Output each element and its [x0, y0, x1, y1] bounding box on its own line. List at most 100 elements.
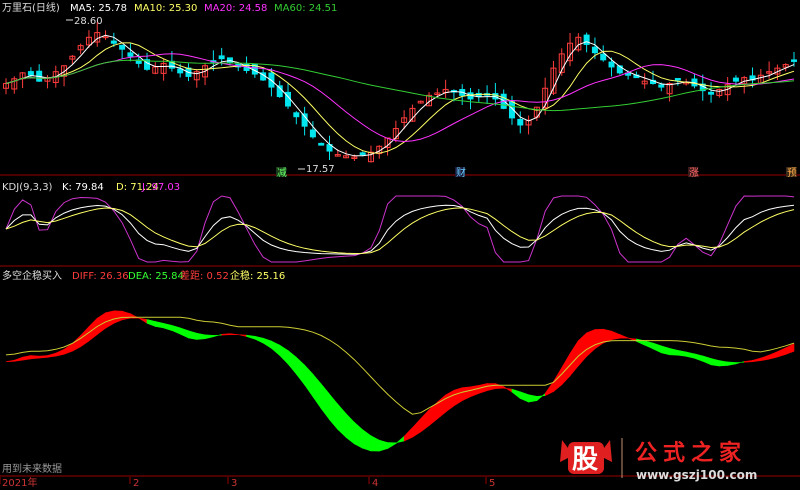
kdj-j-line — [5, 195, 795, 263]
signal-band-segment — [138, 317, 148, 324]
candle — [426, 92, 433, 107]
candle — [11, 76, 18, 94]
candle — [301, 106, 308, 136]
candle — [3, 78, 9, 95]
kdj-j-value: J: 97.03 — [141, 182, 180, 193]
signal-band-segment — [387, 442, 397, 450]
signal-band-segment — [453, 387, 463, 407]
candle — [442, 79, 449, 99]
candle — [641, 73, 648, 89]
dea-value: DEA: 25.84 — [128, 271, 184, 282]
signal-band-segment — [38, 355, 48, 359]
ma60-line — [5, 59, 795, 112]
ma20-line — [5, 53, 795, 143]
signal-band-segment — [47, 352, 57, 358]
signal-band-segment — [378, 439, 388, 452]
candle — [525, 115, 532, 135]
signal-band-segment — [611, 330, 621, 341]
signal-band-segment — [403, 426, 413, 442]
candle — [467, 87, 474, 110]
x-label-2: 2 — [133, 478, 139, 489]
candle — [791, 52, 797, 67]
signal-band-segment — [337, 403, 347, 439]
signal-band-segment — [296, 356, 305, 386]
signal-tag-1: 减 — [277, 167, 287, 179]
candle — [119, 44, 126, 60]
signal-band-segment — [329, 393, 339, 431]
signal-band-segment — [246, 334, 256, 340]
signal-band-segment — [594, 328, 604, 350]
watermark-url: www.gszj100.com — [636, 468, 757, 482]
signal-band-segment — [179, 327, 189, 339]
ma60-value: MA60: 24.51 — [274, 3, 337, 14]
candle — [77, 43, 84, 55]
candle — [293, 111, 300, 125]
signal-band-segment — [221, 333, 231, 336]
logo-horn-left — [560, 440, 568, 462]
kdj-lines-layer — [5, 195, 795, 263]
signal-band-segment — [279, 344, 289, 365]
signal-tag-2: 财 — [456, 166, 466, 179]
signal-band-segment — [5, 359, 15, 363]
high-price-note: 28.60 — [74, 16, 103, 27]
signal-band-segment — [735, 361, 745, 365]
signal-band-segment — [727, 361, 737, 366]
signal-band-segment — [354, 421, 363, 449]
candle — [210, 50, 217, 71]
watermark: 股 公式之家 www.gszj100.com — [560, 438, 757, 482]
signal-band-segment — [121, 310, 131, 321]
signal-band-segment — [652, 342, 662, 354]
signal-band-segment — [22, 355, 32, 361]
signal-band-segment — [495, 383, 504, 389]
signal-band-segment — [146, 319, 156, 327]
candle — [708, 82, 715, 103]
logo-horn-right — [604, 440, 612, 462]
signal-band-segment — [204, 334, 214, 340]
signal-band-segment — [345, 412, 355, 445]
signal-band-segment — [760, 354, 770, 362]
stable-line — [5, 316, 795, 415]
signal-band-segment — [569, 339, 579, 377]
ma20-value: MA20: 24.58 — [204, 3, 267, 14]
signal-band-segment — [619, 334, 629, 339]
ma-lines-layer — [5, 34, 795, 157]
signal-band-segment — [188, 330, 198, 340]
signal-band-segment — [777, 347, 787, 358]
signal-band-segment — [395, 435, 405, 445]
kdj-panel-header: KDJ(9,3,3) K: 79.84 D: 71.24 J: 97.03 — [2, 182, 180, 193]
signal-band-segment — [445, 389, 455, 413]
candle — [475, 89, 482, 102]
signal-band-segment — [80, 325, 90, 348]
candle — [674, 78, 681, 86]
signal-band-segment — [511, 388, 521, 400]
candle — [409, 104, 416, 122]
signal-band-segment — [660, 345, 670, 356]
signal-band-segment — [254, 335, 264, 344]
signal-band-segment — [229, 333, 239, 335]
signal-band-segment — [237, 334, 247, 337]
signal-tag-4: 预 — [787, 167, 797, 179]
signal-band-segment — [55, 348, 65, 357]
candle — [550, 60, 557, 95]
signal-band-segment — [636, 338, 645, 346]
gap-value: 差距: 0.52 — [180, 269, 229, 282]
signal-band-segment — [262, 337, 272, 349]
signal-band-segment — [669, 348, 679, 356]
x-label-4: 4 — [372, 478, 378, 489]
signal-band-segment — [677, 349, 687, 357]
signal-band-segment — [553, 366, 563, 393]
signal-band-segment — [644, 340, 654, 350]
signal-band-segment — [420, 409, 430, 433]
signal-band-segment — [685, 351, 695, 359]
candle — [152, 62, 159, 75]
diff-value: DIFF: 26.36 — [72, 271, 129, 282]
signal-band-segment — [320, 383, 330, 421]
signal-band-segment — [486, 383, 496, 392]
signal-band-segment — [271, 340, 281, 357]
signal-band-segment — [461, 386, 471, 402]
x-label-3: 3 — [231, 478, 237, 489]
stock-chart[interactable]: 万里石(日线) MA5: 25.78 MA10: 25.30 MA20: 24.… — [0, 0, 800, 490]
candle — [193, 69, 200, 88]
ma10-value: MA10: 25.30 — [134, 3, 197, 14]
x-axis: 2021年 2 3 4 5 — [0, 476, 495, 489]
